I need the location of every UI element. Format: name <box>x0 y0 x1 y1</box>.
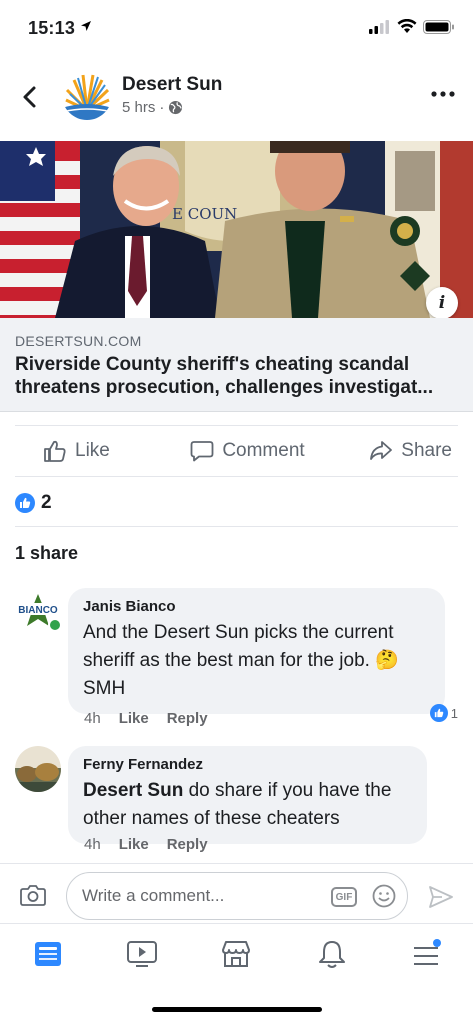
comment-like-button[interactable]: Like <box>119 710 149 727</box>
home-indicator[interactable] <box>152 1007 322 1012</box>
tab-marketplace[interactable] <box>216 936 256 972</box>
comment-mention[interactable]: Desert Sun <box>83 780 183 801</box>
comment-author[interactable]: Ferny Fernandez <box>83 756 412 773</box>
back-chevron-icon[interactable] <box>18 82 42 112</box>
tab-watch[interactable] <box>122 936 162 972</box>
comment-text: Desert Sun do share if you have the othe… <box>83 777 412 833</box>
comment-reactions[interactable]: 1 <box>429 704 458 722</box>
more-options-icon[interactable] <box>430 87 456 101</box>
wifi-icon <box>397 19 417 33</box>
post-actions: Like Comment Share <box>15 425 458 477</box>
commenter-avatar[interactable] <box>15 746 61 792</box>
hamburger-menu-icon <box>414 939 441 965</box>
send-icon[interactable] <box>428 885 454 909</box>
share-arrow-icon <box>370 441 393 460</box>
location-arrow-icon <box>81 21 91 31</box>
reaction-count: 2 <box>41 492 52 513</box>
link-preview-image[interactable]: E COUN i <box>0 141 473 318</box>
divider <box>15 526 458 527</box>
share-count[interactable]: 1 share <box>15 543 78 564</box>
comment-actions: 4h Like Reply <box>84 836 208 853</box>
like-button[interactable]: Like <box>15 426 179 476</box>
comment-reply-button[interactable]: Reply <box>167 710 208 727</box>
news-photo: E COUN <box>0 141 473 318</box>
like-label: Like <box>75 440 110 461</box>
comment-button[interactable]: Comment <box>179 426 315 476</box>
meta-separator: · <box>159 99 165 116</box>
info-icon[interactable]: i <box>426 287 458 318</box>
page-name[interactable]: Desert Sun <box>122 74 222 96</box>
avatar-text: BIANCO <box>18 605 58 616</box>
comment-time: 4h <box>84 710 101 727</box>
link-caption[interactable]: DESERTSUN.COM Riverside County sheriff's… <box>0 318 473 412</box>
desert-sun-logo-icon <box>62 70 112 120</box>
emoji-icon[interactable] <box>372 884 396 908</box>
like-reaction-icon <box>15 493 35 513</box>
marketplace-icon <box>222 941 250 967</box>
camera-icon[interactable] <box>20 884 46 906</box>
online-status-dot <box>48 618 62 632</box>
cellular-signal-icon <box>369 20 389 34</box>
reaction-summary[interactable]: 2 <box>15 492 52 514</box>
comment-like-button[interactable]: Like <box>119 836 149 853</box>
globe-icon <box>169 100 183 115</box>
battery-icon <box>423 20 454 34</box>
status-bar: 15:13 <box>0 0 473 50</box>
comment-composer: GIF <box>0 863 473 923</box>
share-button[interactable]: Share <box>316 426 458 476</box>
news-feed-icon <box>35 942 61 966</box>
comment-reaction-count: 1 <box>450 705 458 721</box>
post-header: Desert Sun 5 hrs · <box>0 62 473 132</box>
link-title: Riverside County sheriff's cheating scan… <box>15 354 434 398</box>
gif-button[interactable]: GIF <box>331 887 357 907</box>
landscape-avatar-image <box>15 746 61 792</box>
comment-bubble[interactable]: Janis Bianco And the Desert Sun picks th… <box>68 588 445 714</box>
speech-bubble-icon <box>190 441 214 462</box>
like-reaction-icon <box>429 704 448 722</box>
seal-text: E COUN <box>172 205 237 223</box>
comment-text: And the Desert Sun picks the current she… <box>83 622 399 699</box>
comment-bubble[interactable]: Ferny Fernandez Desert Sun do share if y… <box>68 746 427 844</box>
thumbs-up-icon <box>44 440 66 462</box>
tab-menu[interactable] <box>406 936 446 972</box>
comment-label: Comment <box>222 440 305 461</box>
tab-notifications[interactable] <box>312 936 352 972</box>
page-avatar[interactable] <box>62 70 112 120</box>
post-meta: 5 hrs · <box>122 99 183 116</box>
tab-news-feed[interactable] <box>28 936 68 972</box>
status-time: 15:13 <box>28 18 76 38</box>
bottom-tab-bar <box>0 923 473 989</box>
comment-author[interactable]: Janis Bianco <box>83 598 430 615</box>
watch-video-icon <box>127 941 157 967</box>
comment-time: 4h <box>84 836 101 853</box>
comment-actions: 4h Like Reply <box>84 710 208 727</box>
comment-reply-button[interactable]: Reply <box>167 836 208 853</box>
share-label: Share <box>401 440 452 461</box>
bell-icon <box>319 941 345 968</box>
post-time[interactable]: 5 hrs <box>122 99 155 116</box>
link-domain: DESERTSUN.COM <box>15 333 142 349</box>
